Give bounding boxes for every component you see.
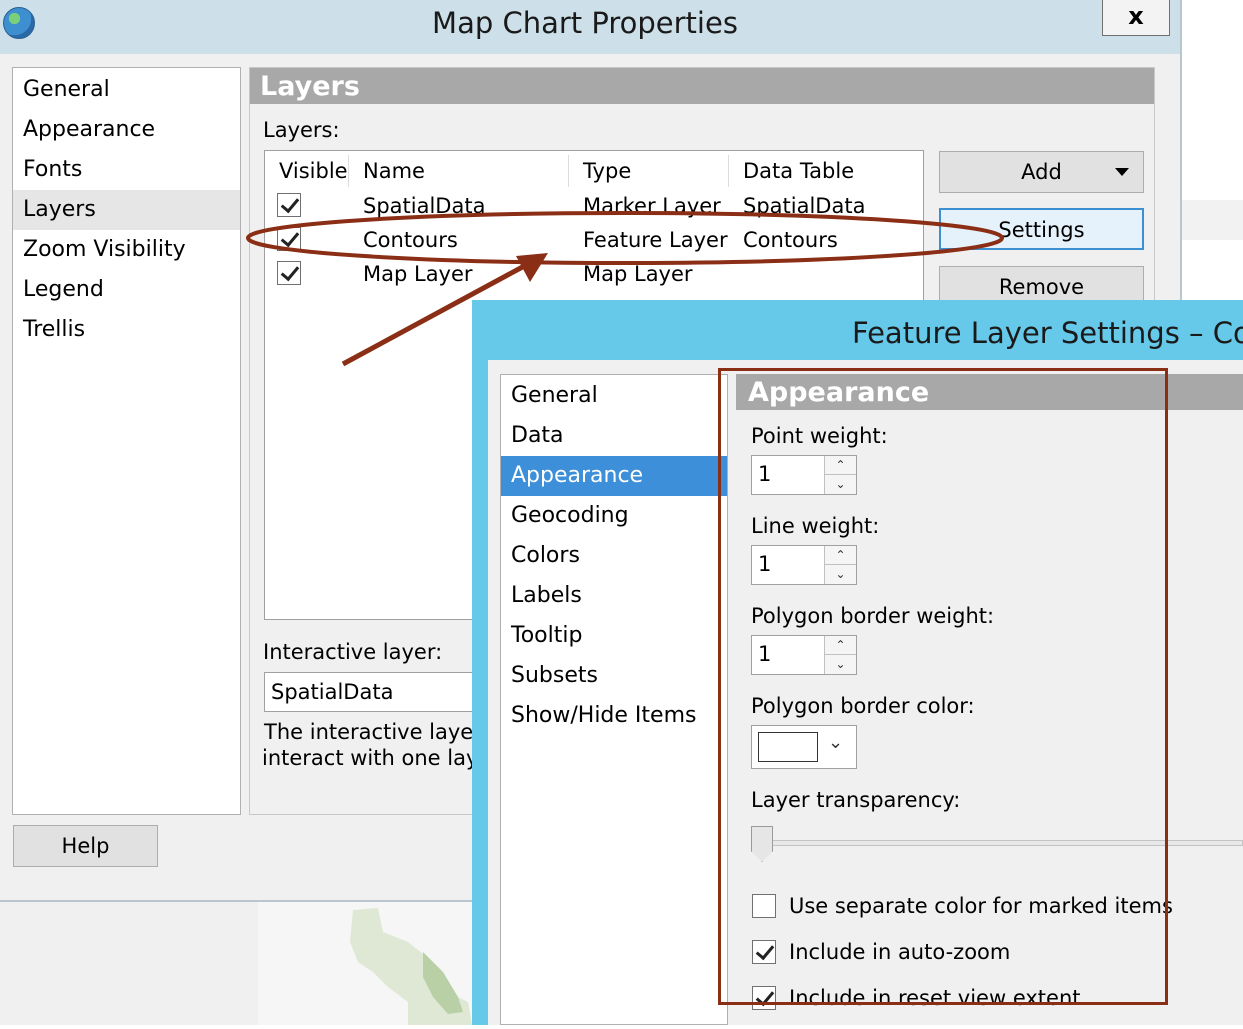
layer-data-table: Contours [743, 228, 838, 252]
interactive-description-line2: interact with one layer [262, 746, 500, 770]
column-header-data-table[interactable]: Data Table [733, 155, 921, 187]
interactive-layer-label: Interactive layer: [263, 640, 443, 664]
main-dialog-title: Map Chart Properties [432, 6, 738, 40]
help-button[interactable]: Help [13, 825, 158, 867]
fl-nav-appearance[interactable]: Appearance [501, 456, 727, 496]
fl-nav-geocoding[interactable]: Geocoding [501, 496, 727, 536]
layer-name: SpatialData [363, 194, 486, 218]
nav-item-appearance[interactable]: Appearance [13, 110, 240, 150]
column-header-visible[interactable]: Visible [269, 155, 349, 187]
settings-button[interactable]: Settings [939, 208, 1144, 250]
annotation-rectangle [718, 368, 1168, 1005]
layer-name: Map Layer [363, 262, 473, 286]
fl-nav-show-hide-items[interactable]: Show/Hide Items [501, 696, 727, 736]
nav-item-fonts[interactable]: Fonts [13, 150, 240, 190]
visible-checkbox[interactable] [277, 193, 301, 217]
add-button-label: Add [1021, 160, 1062, 184]
visible-checkbox[interactable] [277, 227, 301, 251]
main-nav-list: General Appearance Fonts Layers Zoom Vis… [12, 67, 241, 815]
column-header-type[interactable]: Type [573, 155, 729, 187]
caret-down-icon [1115, 168, 1129, 176]
background-right [1180, 200, 1243, 240]
layer-data-table: SpatialData [743, 194, 866, 218]
add-button[interactable]: Add [939, 151, 1144, 193]
interactive-layer-select[interactable]: SpatialData [264, 672, 484, 712]
layer-type: Marker Layer [583, 194, 721, 218]
feature-dialog-title: Feature Layer Settings – Conto [852, 316, 1243, 350]
fl-nav-colors[interactable]: Colors [501, 536, 727, 576]
visible-checkbox[interactable] [277, 261, 301, 285]
map-shape [350, 908, 472, 1025]
fl-nav-subsets[interactable]: Subsets [501, 656, 727, 696]
fl-nav-labels[interactable]: Labels [501, 576, 727, 616]
main-titlebar: Map Chart Properties x [0, 0, 1180, 54]
nav-item-trellis[interactable]: Trellis [13, 310, 240, 350]
layer-type: Feature Layer [583, 228, 728, 252]
nav-item-layers[interactable]: Layers [13, 190, 240, 230]
nav-item-legend[interactable]: Legend [13, 270, 240, 310]
interactive-description-line1: The interactive layer d [264, 720, 502, 744]
layer-name: Contours [363, 228, 458, 252]
layers-label: Layers: [263, 118, 340, 142]
layer-type: Map Layer [583, 262, 693, 286]
nav-item-zoom-visibility[interactable]: Zoom Visibility [13, 230, 240, 270]
close-button[interactable]: x [1102, 0, 1170, 36]
fl-nav-tooltip[interactable]: Tooltip [501, 616, 727, 656]
map-background [258, 902, 472, 1025]
fl-nav-data[interactable]: Data [501, 416, 727, 456]
feature-nav-list: General Data Appearance Geocoding Colors… [500, 374, 728, 1025]
column-header-name[interactable]: Name [353, 155, 569, 187]
layers-header: Layers [250, 68, 1154, 104]
nav-item-general[interactable]: General [13, 70, 240, 110]
fl-nav-general[interactable]: General [501, 376, 727, 416]
